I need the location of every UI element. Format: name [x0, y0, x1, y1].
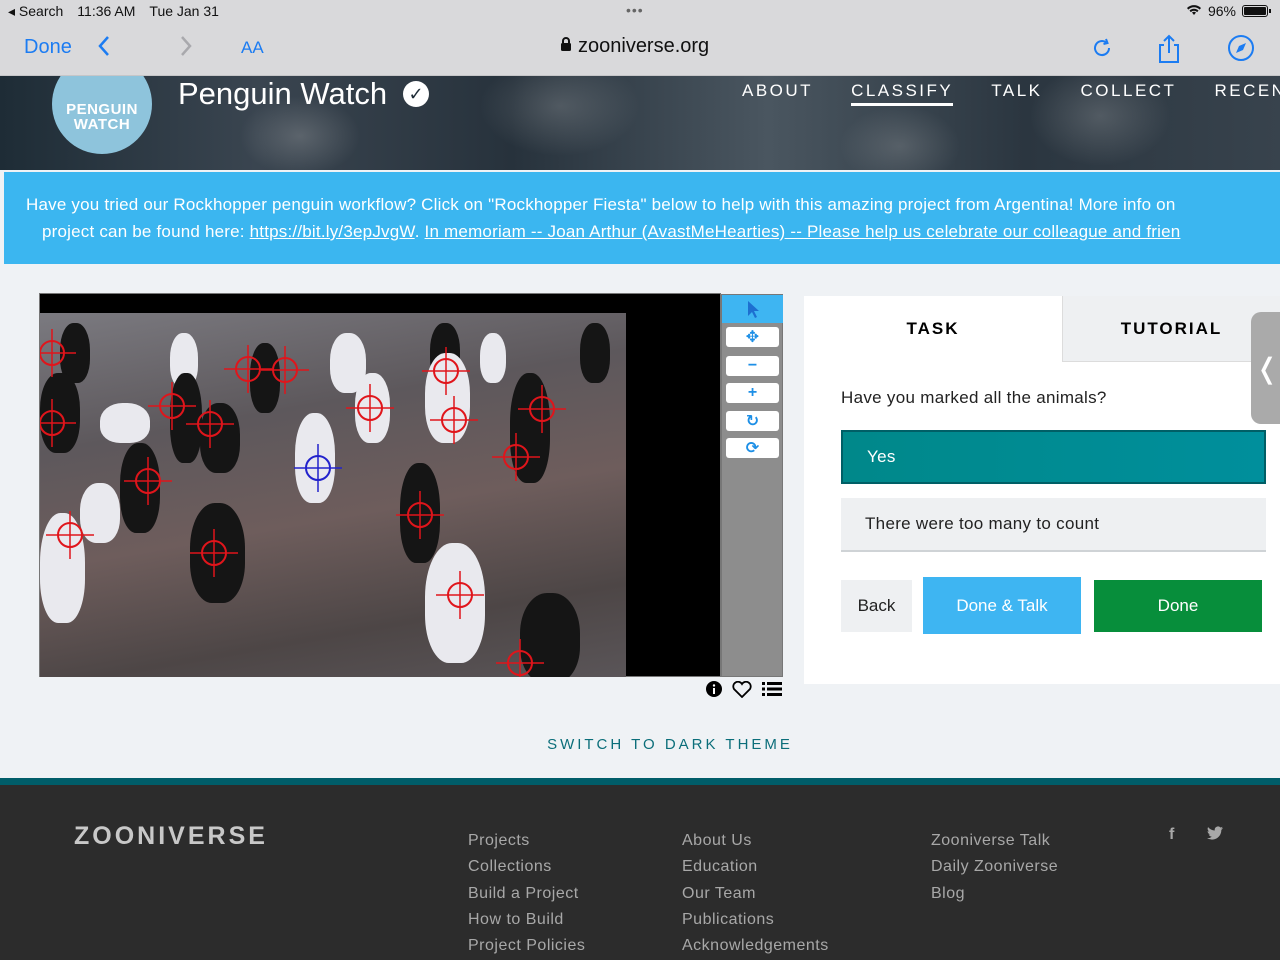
project-title[interactable]: Penguin Watch ✓: [178, 76, 430, 112]
footer-link[interactable]: Projects: [468, 828, 585, 854]
done-button[interactable]: Done: [24, 36, 72, 59]
announcement-line-2: project can be found here:: [42, 222, 250, 241]
footer-link[interactable]: Zooniverse Talk: [931, 828, 1058, 854]
project-logo[interactable]: PENGUIN WATCH: [52, 76, 152, 154]
penguin-marker[interactable]: [261, 346, 309, 394]
reload-icon[interactable]: [1090, 34, 1114, 67]
penguin-marker[interactable]: [430, 396, 478, 444]
zoom-out-button[interactable]: −: [726, 356, 779, 376]
back-arrow-icon[interactable]: [96, 34, 112, 63]
announcement-link-2[interactable]: In memoriam -- Joan Arthur (AvastMeHeart…: [425, 222, 1181, 241]
penguin-marker[interactable]: [422, 347, 470, 395]
penguin-marker[interactable]: [518, 385, 566, 433]
reset-button[interactable]: ⟳: [726, 438, 779, 458]
penguin-marker[interactable]: [396, 491, 444, 539]
project-header: PENGUIN WATCH Penguin Watch ✓ ABOUT CLASS…: [0, 76, 1280, 170]
lock-icon: [560, 35, 572, 58]
announcement-banner: Have you tried our Rockhopper penguin wo…: [4, 172, 1280, 264]
image-toolbar: ✥ − + ↻ ⟳: [721, 294, 783, 677]
nav-about[interactable]: ABOUT: [742, 81, 813, 106]
twitter-icon[interactable]: [1207, 826, 1223, 845]
penguin-marker[interactable]: [148, 382, 196, 430]
task-panel: TASK TUTORIAL Have you marked all the an…: [804, 296, 1280, 684]
footer-link[interactable]: How to Build: [468, 907, 585, 933]
multitask-dots-icon[interactable]: •••: [626, 2, 644, 18]
penguin-marker[interactable]: [224, 345, 272, 393]
selected-penguin-marker[interactable]: [294, 444, 342, 492]
rotate-button[interactable]: ↻: [726, 411, 779, 431]
address-bar[interactable]: zooniverse.org: [560, 35, 709, 58]
favorite-heart-icon[interactable]: [732, 680, 752, 703]
tab-task[interactable]: TASK: [804, 296, 1062, 362]
forward-arrow-icon[interactable]: [178, 34, 194, 63]
battery-percent: 96%: [1207, 3, 1236, 19]
answer-yes[interactable]: Yes: [841, 430, 1266, 484]
markers-layer: [40, 329, 566, 677]
penguin-marker[interactable]: [124, 457, 172, 505]
done-and-talk-button[interactable]: Done & Talk: [923, 577, 1081, 634]
footer-link[interactable]: Acknowledgements: [682, 933, 829, 959]
penguin-marker[interactable]: [190, 529, 238, 577]
text-size-button[interactable]: AA: [241, 38, 264, 58]
footer-link[interactable]: Daily Zooniverse: [931, 854, 1058, 880]
footer-link[interactable]: Education: [682, 854, 829, 880]
project-nav: ABOUT CLASSIFY TALK COLLECT RECENTS: [742, 81, 1280, 106]
answer-too-many[interactable]: There were too many to count: [841, 498, 1266, 552]
back-button[interactable]: Back: [841, 580, 912, 632]
zooniverse-logo[interactable]: ZOONIVERSE: [74, 822, 268, 851]
footer-link[interactable]: Build a Project: [468, 881, 585, 907]
penguin-marker[interactable]: [436, 571, 484, 619]
penguin-marker[interactable]: [46, 511, 94, 559]
footer-link[interactable]: Collections: [468, 854, 585, 880]
nav-recents[interactable]: RECENTS: [1214, 81, 1280, 106]
browser-toolbar: Done AA zooniverse.org: [0, 24, 1280, 76]
footer-link[interactable]: About Us: [682, 828, 829, 854]
penguin-marker[interactable]: [40, 399, 76, 447]
subject-actions: [706, 680, 782, 703]
wifi-icon: [1186, 3, 1202, 19]
nav-talk[interactable]: TALK: [991, 81, 1042, 106]
url-text: zooniverse.org: [578, 35, 710, 57]
facebook-icon[interactable]: f: [1169, 826, 1174, 844]
announcement-link-1[interactable]: https://bit.ly/3epJvgW: [250, 222, 415, 241]
done-button[interactable]: Done: [1094, 580, 1262, 632]
penguin-marker[interactable]: [40, 329, 76, 377]
back-to-app[interactable]: ◂ Search: [8, 3, 63, 20]
field-guide-tab[interactable]: ❬: [1251, 312, 1280, 424]
collections-list-icon[interactable]: [762, 681, 782, 703]
date: Tue Jan 31: [149, 3, 219, 19]
announcement-separator: .: [414, 222, 425, 241]
footer-link[interactable]: Blog: [931, 881, 1058, 907]
nav-collect[interactable]: COLLECT: [1081, 81, 1177, 106]
penguin-marker[interactable]: [186, 400, 234, 448]
info-icon[interactable]: [706, 681, 722, 703]
clock: 11:36 AM: [77, 3, 136, 19]
footer-link[interactable]: Project Policies: [468, 933, 585, 959]
compass-icon[interactable]: [1227, 34, 1255, 67]
verified-check-icon: ✓: [403, 81, 430, 107]
pointer-tool-button[interactable]: [722, 295, 783, 323]
ios-status-bar: ◂ Search 11:36 AM Tue Jan 31 ••• 96%: [0, 0, 1280, 24]
footer-col-projects: Projects Collections Build a Project How…: [468, 828, 585, 959]
switch-theme-link[interactable]: SWITCH TO DARK THEME: [0, 736, 1280, 753]
share-icon[interactable]: [1156, 34, 1182, 69]
zoom-in-button[interactable]: +: [726, 383, 779, 403]
penguin-marker[interactable]: [496, 639, 544, 677]
tab-tutorial[interactable]: TUTORIAL: [1062, 296, 1280, 362]
site-footer: ZOONIVERSE Projects Collections Build a …: [0, 778, 1280, 960]
penguin-marker[interactable]: [346, 384, 394, 432]
nav-classify[interactable]: CLASSIFY: [851, 81, 954, 106]
task-question: Have you marked all the animals?: [841, 388, 1107, 407]
chevron-left-icon: ❬: [1255, 352, 1279, 384]
footer-link[interactable]: Our Team: [682, 881, 829, 907]
announcement-line-1: Have you tried our Rockhopper penguin wo…: [26, 195, 1176, 214]
footer-col-about: About Us Education Our Team Publications…: [682, 828, 829, 959]
footer-col-talk: Zooniverse Talk Daily Zooniverse Blog: [931, 828, 1058, 907]
pan-tool-button[interactable]: ✥: [726, 327, 779, 347]
battery-icon: [1242, 5, 1271, 17]
footer-link[interactable]: Publications: [682, 907, 829, 933]
penguin-marker[interactable]: [492, 433, 540, 481]
